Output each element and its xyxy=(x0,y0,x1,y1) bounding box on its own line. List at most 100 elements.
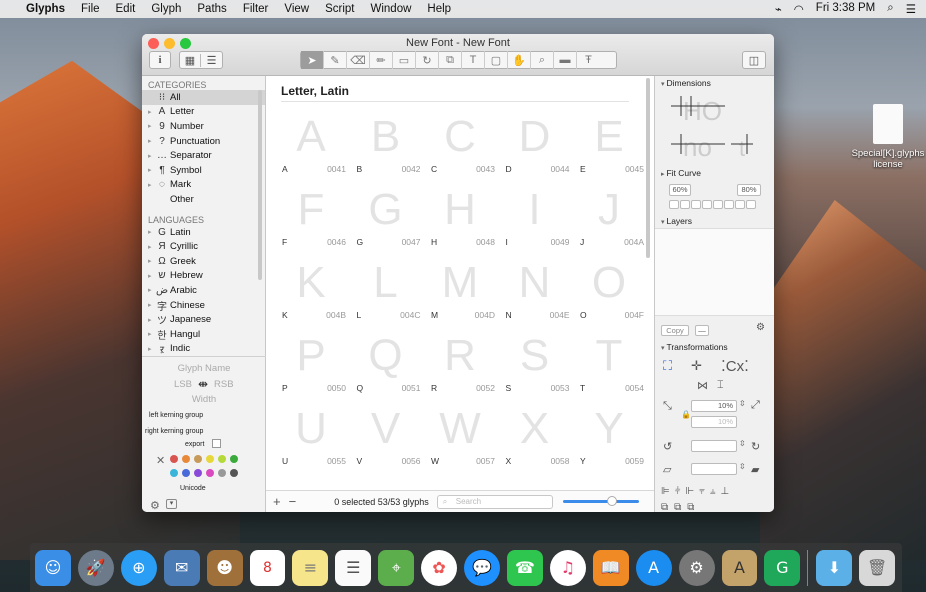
reminders-icon[interactable]: ☰ xyxy=(335,549,372,586)
maps-icon[interactable]: ⌖ xyxy=(378,549,415,586)
category-item[interactable]: ⁝⁝ All xyxy=(142,90,265,105)
facetime-icon[interactable]: ☎ xyxy=(506,549,543,586)
glyph-cell[interactable]: E E 0045 xyxy=(572,112,646,192)
left-kerning-field[interactable]: left kerning group xyxy=(149,412,203,419)
transformations-section[interactable]: ▾ Transformations xyxy=(655,340,728,353)
paste-button[interactable]: — xyxy=(695,325,709,336)
scale-stepper-icon[interactable]: ⇳ xyxy=(739,399,746,408)
zoom-tool-icon[interactable]: ⌕ xyxy=(531,51,554,69)
grid-scrollbar[interactable] xyxy=(646,78,650,258)
dimensions-section[interactable]: ▾ Dimensions xyxy=(655,76,774,89)
menu-file[interactable]: File xyxy=(81,3,100,15)
disclosure-arrow-icon[interactable]: ▸ xyxy=(148,137,156,145)
annotation-tool-icon[interactable]: ▢ xyxy=(485,51,508,69)
color-swatch[interactable] xyxy=(182,469,190,477)
fit-curve-preset-button[interactable] xyxy=(702,200,712,209)
color-swatch[interactable] xyxy=(230,469,238,477)
disclosure-arrow-icon[interactable]: ▸ xyxy=(148,243,156,251)
glyph-cell[interactable]: M M 004D xyxy=(423,258,497,338)
launchpad-icon[interactable]: 🚀 xyxy=(77,549,114,586)
contacts-icon[interactable]: ☻ xyxy=(206,549,243,586)
disclosure-arrow-icon[interactable]: ▸ xyxy=(148,108,156,116)
category-item[interactable]: ▸? Punctuation xyxy=(142,134,265,149)
menu-filter[interactable]: Filter xyxy=(243,3,269,15)
rotate-tool-icon[interactable]: ↻ xyxy=(416,51,439,69)
grid-view-icon[interactable]: ▦ xyxy=(180,53,202,67)
fit-curve-preset-button[interactable] xyxy=(680,200,690,209)
menu-window[interactable]: Window xyxy=(371,3,412,15)
eraser-tool-icon[interactable]: ⌫ xyxy=(347,51,370,69)
itunes-icon[interactable]: ♫ xyxy=(549,549,586,586)
draw-tool-icon[interactable]: ✎ xyxy=(324,51,347,69)
desktop-file[interactable]: Special[K].glyphs license xyxy=(850,104,926,170)
finder-icon[interactable]: ☺ xyxy=(35,549,71,586)
sidebar-toggle-icon[interactable]: ◫ xyxy=(742,51,766,69)
category-item[interactable]: ▸… Separator xyxy=(142,148,265,163)
language-item[interactable]: ▸ G Latin xyxy=(142,225,265,240)
origin-cx-icon[interactable]: ⁚Cx⁚ xyxy=(721,357,749,375)
color-swatch[interactable] xyxy=(206,469,214,477)
disclosure-arrow-icon[interactable]: ▸ xyxy=(148,166,156,174)
align-left-icon[interactable]: ⊫ xyxy=(661,486,670,497)
right-kerning-field[interactable]: right kerning group xyxy=(145,428,203,435)
glyph-cell[interactable]: Q Q 0051 xyxy=(349,331,423,411)
add-glyph-icon[interactable]: + xyxy=(273,494,281,509)
pencil-tool-icon[interactable]: ✏ xyxy=(370,51,393,69)
category-item[interactable]: ▸ ¶ Symbol xyxy=(142,163,265,178)
trash-icon[interactable]: 🗑 xyxy=(859,549,896,586)
glyph-cell[interactable]: P P 0050 xyxy=(274,331,348,411)
disclosure-arrow-icon[interactable]: ▸ xyxy=(148,301,156,309)
safari-icon[interactable]: ⊕ xyxy=(120,549,157,586)
glyph-cell[interactable]: B B 0042 xyxy=(349,112,423,192)
disclosure-arrow-icon[interactable]: ▸ xyxy=(148,228,156,236)
font-tool-icon[interactable]: A xyxy=(721,549,758,586)
glyph-cell[interactable]: F F 0046 xyxy=(274,185,348,265)
fit-curve-right-field[interactable]: 80% xyxy=(737,184,761,196)
measure-tool-icon[interactable]: ▬ xyxy=(554,51,577,69)
color-swatch[interactable] xyxy=(170,469,178,477)
notification-center-icon[interactable]: ☰ xyxy=(906,2,916,16)
app-store-icon[interactable]: A xyxy=(635,549,672,586)
glyph-cell[interactable]: V V 0056 xyxy=(349,404,423,484)
glyph-cell[interactable]: C C 0043 xyxy=(423,112,497,192)
list-view-icon[interactable]: ☰ xyxy=(201,54,222,67)
disclosure-arrow-icon[interactable]: ▸ xyxy=(148,152,156,160)
shape-tool-icon[interactable]: ▭ xyxy=(393,51,416,69)
glyph-cell[interactable]: K K 004B xyxy=(274,258,348,338)
disclosure-arrow-icon[interactable]: ▸ xyxy=(148,122,156,130)
sidebar-scrollbar[interactable] xyxy=(258,90,262,280)
glyphs-app-icon[interactable]: G xyxy=(764,549,801,586)
downloads-folder-icon[interactable]: ⬇ xyxy=(816,549,853,586)
language-item[interactable]: ▸ ऱ Indic xyxy=(142,342,265,357)
select-tool-icon[interactable]: ➤ xyxy=(301,51,324,69)
zoom-slider[interactable] xyxy=(562,496,639,506)
menu-script[interactable]: Script xyxy=(325,3,354,15)
language-item[interactable]: ▸ Я Cyrillic xyxy=(142,239,265,254)
scale-field[interactable]: 10% xyxy=(691,400,737,412)
dropdown-icon[interactable]: ▾ xyxy=(166,499,177,509)
wifi-icon[interactable]: ◠ xyxy=(794,2,804,16)
glyph-cell[interactable]: N N 004E xyxy=(498,258,572,338)
align-center-icon[interactable]: ⫩ xyxy=(675,486,681,497)
gear-icon[interactable]: ⚙ xyxy=(150,499,160,512)
menu-help[interactable]: Help xyxy=(427,3,451,15)
zoom-slider-knob[interactable] xyxy=(606,496,617,506)
search-icon[interactable]: ⌕ xyxy=(887,2,893,16)
glyph-cell[interactable]: X X 0058 xyxy=(498,404,572,484)
menu-view[interactable]: View xyxy=(284,3,309,15)
fit-curve-preset-button[interactable] xyxy=(735,200,745,209)
ibooks-icon[interactable]: 📖 xyxy=(592,549,629,586)
color-swatch[interactable] xyxy=(218,469,226,477)
system-preferences-icon[interactable]: ⚙ xyxy=(678,549,715,586)
color-swatch[interactable] xyxy=(170,455,178,463)
search-input[interactable]: ⌕ Search xyxy=(436,494,553,509)
clock[interactable]: Fri 3:38 PM xyxy=(816,2,875,16)
fit-curve-left-field[interactable]: 60% xyxy=(669,184,691,196)
fit-curve-preset-button[interactable] xyxy=(746,200,756,209)
subtract-icon[interactable]: ⧉ xyxy=(674,502,681,512)
scale-y-field[interactable]: 10% xyxy=(691,416,737,428)
fit-curve-section[interactable]: ▸ Fit Curve xyxy=(655,166,701,179)
align-bottom-icon[interactable]: ⊥ xyxy=(720,486,729,497)
glyph-cell[interactable]: H H 0048 xyxy=(423,185,497,265)
layer-options-gear-icon[interactable]: ⚙ xyxy=(756,322,765,333)
